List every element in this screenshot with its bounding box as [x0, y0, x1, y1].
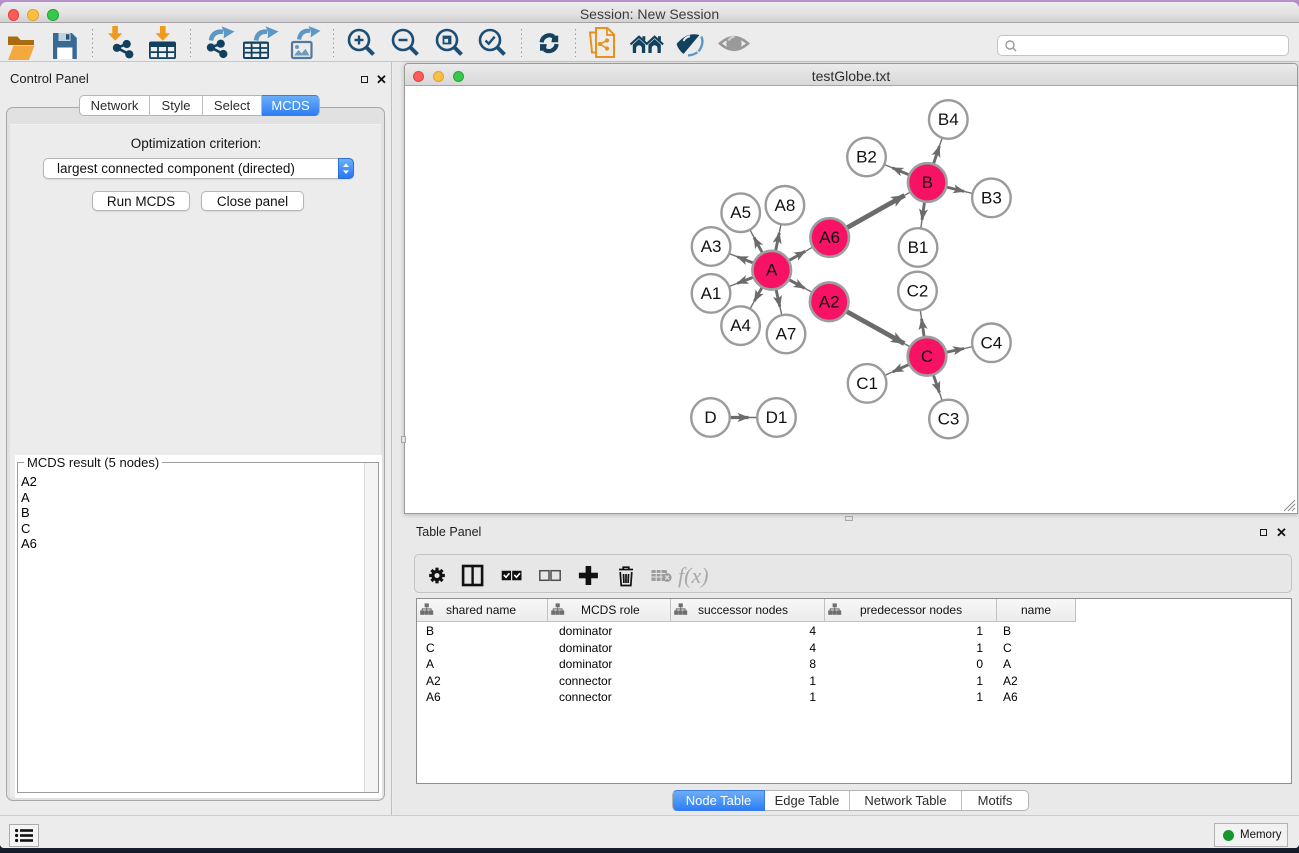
svg-text:C3: C3 — [938, 410, 960, 429]
svg-text:B2: B2 — [856, 148, 877, 167]
svg-text:D: D — [704, 408, 716, 427]
svg-text:A3: A3 — [701, 237, 722, 256]
svg-text:B4: B4 — [938, 110, 959, 129]
svg-text:A7: A7 — [776, 325, 797, 344]
svg-text:A: A — [766, 261, 778, 280]
svg-text:A1: A1 — [701, 284, 722, 303]
svg-text:C4: C4 — [981, 333, 1003, 352]
svg-text:C: C — [921, 347, 933, 366]
svg-text:B: B — [922, 173, 933, 192]
svg-text:B3: B3 — [981, 188, 1002, 207]
svg-text:A4: A4 — [730, 316, 751, 335]
svg-text:A6: A6 — [819, 228, 840, 247]
svg-text:B1: B1 — [908, 238, 929, 257]
svg-text:D1: D1 — [766, 408, 788, 427]
svg-text:A8: A8 — [775, 196, 796, 215]
svg-text:C2: C2 — [907, 282, 929, 301]
svg-text:A5: A5 — [730, 203, 751, 222]
svg-text:A2: A2 — [819, 292, 840, 311]
svg-text:f(x): f(x) — [678, 563, 709, 588]
svg-text:C1: C1 — [856, 374, 878, 393]
